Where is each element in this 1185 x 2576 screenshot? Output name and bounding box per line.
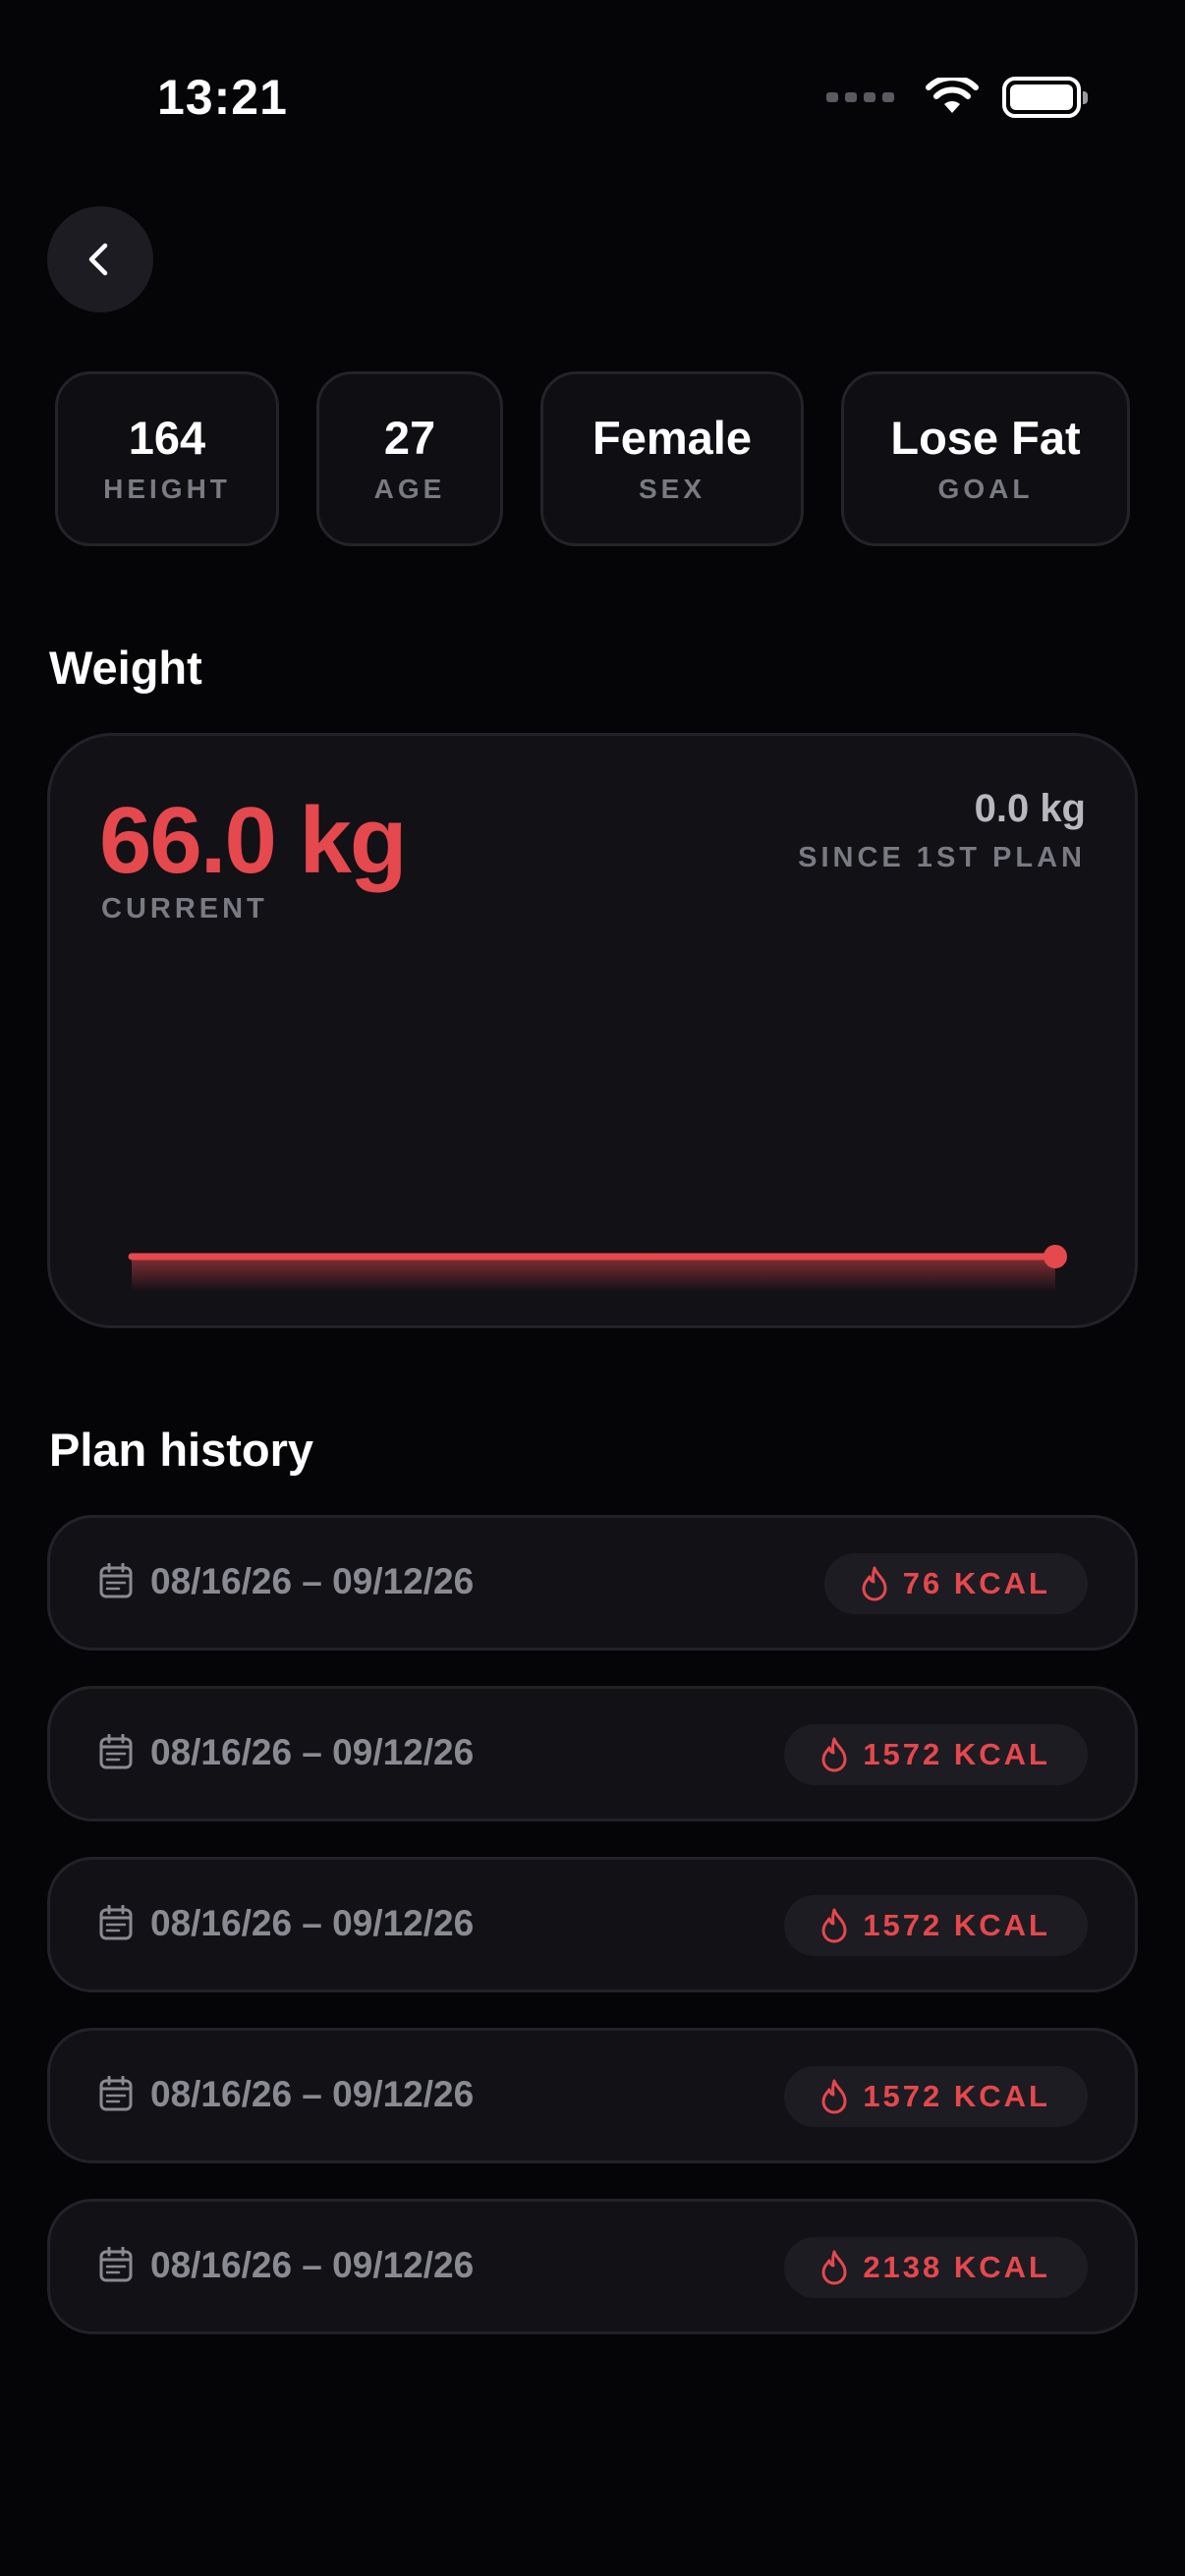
plan-history-item[interactable]: 08/16/26 – 09/12/26 76 KCAL (47, 1515, 1138, 1651)
calendar-icon (99, 1734, 133, 1769)
kcal-value: 76 KCAL (902, 1566, 1050, 1600)
age-value: 27 (383, 412, 436, 465)
goal-label: GOAL (937, 473, 1034, 504)
kcal-value: 2138 KCAL (863, 2250, 1050, 2284)
plan-date-range: 08/16/26 – 09/12/26 (150, 1561, 475, 1601)
cellular-signal-icon (826, 92, 894, 102)
age-chip: 27 AGE (316, 371, 503, 546)
plan-date-range: 08/16/26 – 09/12/26 (150, 2074, 475, 2114)
goal-chip: Lose Fat GOAL (841, 371, 1130, 546)
status-icons (826, 73, 1088, 122)
kcal-badge: 1572 KCAL (784, 1724, 1088, 1785)
kcal-badge: 2138 KCAL (784, 2237, 1088, 2298)
status-bar: 13:21 (0, 0, 1185, 196)
status-time: 13:21 (157, 70, 288, 125)
plan-date-range: 08/16/26 – 09/12/26 (150, 1903, 475, 1943)
flame-icon (821, 1908, 847, 1943)
plan-date-range: 08/16/26 – 09/12/26 (150, 1732, 475, 1772)
calendar-icon (99, 1563, 133, 1598)
flame-icon (821, 2079, 847, 2114)
sex-chip: Female SEX (540, 371, 804, 546)
height-chip: 164 HEIGHT (55, 371, 279, 546)
kcal-badge: 76 KCAL (823, 1553, 1088, 1614)
plan-history-item[interactable]: 08/16/26 – 09/12/26 2138 KCAL (47, 2199, 1138, 2334)
flame-icon (821, 1737, 847, 1772)
wifi-icon (926, 78, 979, 113)
sex-label: SEX (638, 473, 706, 504)
kcal-badge: 1572 KCAL (784, 1895, 1088, 1956)
calendar-icon (99, 2076, 133, 2111)
weight-latest-point (1044, 1245, 1067, 1268)
kcal-value: 1572 KCAL (863, 2079, 1050, 2113)
kcal-value: 1572 KCAL (863, 1737, 1050, 1771)
plan-history-item[interactable]: 08/16/26 – 09/12/26 1572 KCAL (47, 2028, 1138, 2163)
sex-value: Female (592, 412, 752, 465)
profile-screen: 13:21 164 HEIGHT 27 AGE Female SEX Lose … (0, 0, 1185, 2576)
goal-value: Lose Fat (890, 412, 1081, 465)
chevron-left-icon (88, 243, 108, 276)
flame-icon (862, 1566, 887, 1601)
weight-chart (128, 1245, 1067, 1292)
plan-date-range: 08/16/26 – 09/12/26 (150, 2245, 475, 2285)
height-value: 164 (128, 412, 206, 465)
kcal-value: 1572 KCAL (863, 1908, 1050, 1942)
calendar-icon (99, 2247, 133, 2282)
plan-history-item[interactable]: 08/16/26 – 09/12/26 1572 KCAL (47, 1857, 1138, 1992)
weight-section-title: Weight (49, 642, 202, 694)
battery-icon (1002, 77, 1088, 118)
weight-area-fill (132, 1257, 1055, 1292)
weight-card: 66.0 kg CURRENT 0.0 kg SINCE 1ST PLAN (47, 733, 1138, 1328)
back-button[interactable] (47, 206, 153, 312)
age-label: AGE (373, 473, 446, 504)
calendar-icon (99, 1905, 133, 1940)
kcal-badge: 1572 KCAL (784, 2066, 1088, 2127)
flame-icon (821, 2250, 847, 2285)
plan-history-title: Plan history (49, 1424, 314, 1476)
plan-history-item[interactable]: 08/16/26 – 09/12/26 1572 KCAL (47, 1686, 1138, 1821)
height-label: HEIGHT (103, 473, 231, 504)
